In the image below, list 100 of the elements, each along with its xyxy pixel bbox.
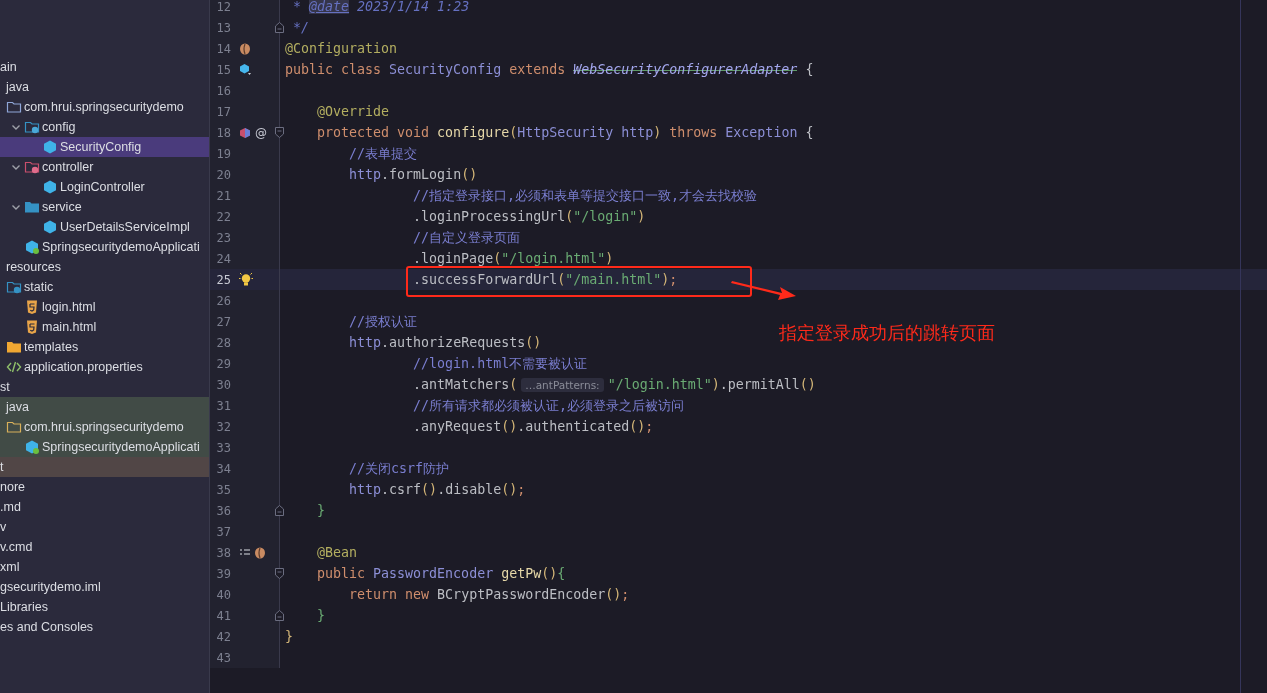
tree-item-label[interactable]: v.cmd [0, 540, 33, 554]
code-token: () [605, 587, 622, 602]
code-token: } [285, 629, 293, 644]
tree-item-label[interactable]: service [42, 200, 82, 214]
code-token: //授权认证 [348, 312, 418, 331]
line-number: 21 [215, 188, 231, 203]
bean-icon[interactable] [239, 42, 251, 55]
tree-item-label[interactable]: static [24, 280, 54, 294]
code-token: public class [285, 62, 383, 77]
tree-item-label[interactable]: UserDetailsServiceImpl [60, 220, 190, 234]
code-token: () [525, 335, 542, 350]
code-token: "/login" [573, 209, 638, 224]
line-number: 19 [215, 146, 231, 161]
code-token: //指定登录接口,必须和表单等提交接口一致,才会去找校验 [412, 186, 758, 205]
code-token: .anyRequest [412, 419, 502, 434]
code-token: "/main.html" [565, 272, 662, 287]
tree-item-label[interactable]: st [0, 380, 10, 394]
line-number: 31 [215, 398, 231, 413]
tree-item-label[interactable]: controller [42, 160, 94, 174]
tree-item-label[interactable]: templates [24, 340, 79, 354]
tree-item-label[interactable]: com.hrui.springsecuritydemo [24, 100, 184, 114]
code-token: .successForwardUrl [412, 272, 558, 287]
code-token: * [292, 0, 302, 14]
tree-item-label[interactable]: SpringsecuritydemoApplicati [42, 240, 200, 254]
tree-item-label[interactable]: xml [0, 560, 20, 574]
tree-item-label[interactable]: t [0, 460, 4, 474]
line-number: 43 [215, 650, 231, 665]
tree-item-label[interactable]: .md [0, 500, 21, 514]
tree-item-label[interactable]: config [42, 120, 76, 134]
tree-item-label[interactable]: ain [0, 60, 17, 74]
code-token: //关闭csrf防护 [348, 459, 450, 478]
line-number: 32 [215, 419, 231, 434]
code-token: BCryptPasswordEncoder [437, 587, 606, 602]
tree-item-label[interactable]: java [6, 400, 29, 414]
line-number: 28 [215, 335, 231, 350]
code-token: ( [509, 377, 518, 392]
line-number: 15 [215, 62, 231, 77]
code-token: ) [711, 377, 720, 392]
code-icon [6, 359, 22, 375]
code-token: ) [661, 272, 670, 287]
tree-item-label[interactable]: nore [0, 480, 26, 494]
fold-icon[interactable] [275, 568, 284, 579]
folder-icon [6, 339, 22, 355]
tree-item-label[interactable]: application.properties [24, 360, 143, 374]
code-token: .antMatchers [412, 377, 510, 392]
fold-icon[interactable] [275, 22, 284, 33]
tree-item-label[interactable]: LoginController [60, 180, 145, 194]
override-mark[interactable]: @ [255, 125, 267, 140]
code-token: { [804, 125, 814, 140]
code-token: SecurityConfig [389, 62, 503, 77]
cube-icon[interactable] [239, 63, 252, 76]
code-token: @Bean [316, 545, 358, 560]
code-token: @Override [316, 104, 390, 119]
chevron-icon[interactable] [11, 202, 21, 212]
line-number: 38 [215, 545, 231, 560]
class-icon [42, 139, 58, 155]
line-number: 22 [215, 209, 231, 224]
tree-item-label[interactable]: v [0, 520, 7, 534]
chevron-icon[interactable] [11, 122, 21, 132]
code-token: .formLogin [381, 167, 462, 182]
line-number: 13 [215, 20, 231, 35]
tree-item-label[interactable]: login.html [42, 300, 96, 314]
code-token: public [316, 566, 367, 581]
chevron-icon[interactable] [11, 162, 21, 172]
line-number: 41 [215, 608, 231, 623]
line-number: 37 [215, 524, 231, 539]
override-icon[interactable] [239, 126, 252, 139]
line-number: 29 [215, 356, 231, 371]
tree-item-label[interactable]: java [6, 80, 29, 94]
code-token: ; [621, 587, 630, 602]
line-number: 16 [215, 83, 231, 98]
code-token: return new [348, 587, 431, 602]
list-icon[interactable] [239, 547, 251, 558]
line-number: 40 [215, 587, 231, 602]
code-token: .authenticated [517, 419, 630, 434]
tree-item-label[interactable]: Libraries [0, 600, 48, 614]
line-number: 18 [215, 125, 231, 140]
line-number: 24 [215, 251, 231, 266]
code-token: "/login.html" [607, 377, 712, 392]
html-file-icon [24, 319, 40, 335]
code-token: HttpSecurity http [517, 125, 654, 140]
code-token: { [557, 566, 566, 581]
tree-item-label[interactable]: gsecuritydemo.iml [0, 580, 101, 594]
lightbulb-icon[interactable] [239, 271, 253, 288]
fold-icon[interactable] [275, 610, 284, 621]
code-token: .loginPage [412, 251, 494, 266]
line-number: 34 [215, 461, 231, 476]
code-token: .loginProcessingUrl [412, 209, 566, 224]
bean-icon[interactable] [254, 546, 266, 559]
fold-icon[interactable] [275, 127, 284, 138]
line-number: 20 [215, 167, 231, 182]
tree-item-label[interactable]: main.html [42, 320, 97, 334]
line-number: 23 [215, 230, 231, 245]
tree-item-label[interactable]: es and Consoles [0, 620, 94, 634]
class-icon [42, 179, 58, 195]
fold-icon[interactable] [275, 505, 284, 516]
tree-item-label[interactable]: resources [6, 260, 61, 274]
code-token: () [541, 566, 558, 581]
code-token: () [501, 482, 518, 497]
line-number: 27 [215, 314, 231, 329]
